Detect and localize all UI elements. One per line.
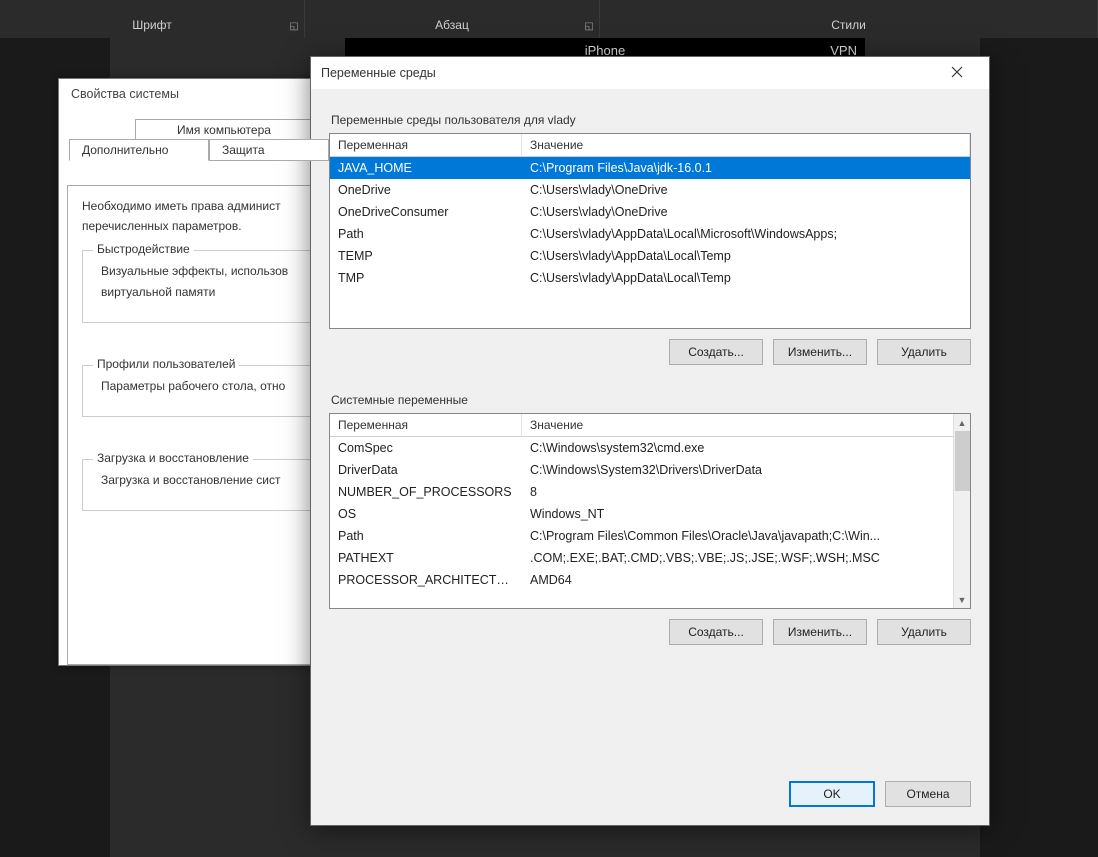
col-variable[interactable]: Переменная (330, 414, 522, 436)
user-vars-list[interactable]: Переменная Значение JAVA_HOMEC:\Program … (329, 133, 971, 329)
ribbon-group-label: Абзац (435, 18, 469, 32)
dialog-launcher-icon[interactable]: ◱ (583, 22, 595, 34)
ribbon-group-label: Стили (831, 18, 866, 32)
close-button[interactable] (935, 58, 979, 88)
dialog-title: Переменные среды (321, 66, 436, 80)
system-vars-list[interactable]: Переменная Значение ComSpecC:\Windows\sy… (329, 413, 971, 609)
table-row[interactable]: ComSpecC:\Windows\system32\cmd.exe (330, 437, 970, 459)
table-row[interactable]: PathC:\Users\vlady\AppData\Local\Microso… (330, 223, 970, 245)
tab-advanced[interactable]: Дополнительно (69, 139, 209, 161)
var-name: JAVA_HOME (330, 159, 522, 177)
sys-edit-button[interactable]: Изменить... (773, 619, 867, 645)
var-value: C:\Users\vlady\OneDrive (522, 203, 970, 221)
var-name: DriverData (330, 461, 522, 479)
scroll-down-icon[interactable]: ▼ (954, 591, 970, 608)
tab-protection[interactable]: Защита (209, 139, 329, 161)
var-value: C:\Windows\system32\cmd.exe (522, 439, 970, 457)
dialog-launcher-icon[interactable]: ◱ (288, 22, 300, 34)
table-row[interactable]: OSWindows_NT (330, 503, 970, 525)
col-value[interactable]: Значение (522, 414, 970, 436)
var-name: NUMBER_OF_PROCESSORS (330, 483, 522, 501)
var-name: TMP (330, 269, 522, 287)
tab-computer-name[interactable]: Имя компьютера (135, 119, 313, 141)
var-value: C:\Users\vlady\AppData\Local\Temp (522, 247, 970, 265)
environment-variables-dialog: Переменные среды Переменные среды пользо… (310, 56, 990, 826)
table-row[interactable]: PATHEXT.COM;.EXE;.BAT;.CMD;.VBS;.VBE;.JS… (330, 547, 970, 569)
var-value: C:\Users\vlady\AppData\Local\Temp (522, 269, 970, 287)
ribbon-group-font: Шрифт ◱ (0, 0, 305, 38)
ribbon: Шрифт ◱ Абзац ◱ Стили (0, 0, 1098, 38)
col-value[interactable]: Значение (522, 134, 970, 156)
var-name: Path (330, 225, 522, 243)
var-name: OS (330, 505, 522, 523)
close-icon (951, 65, 963, 81)
table-row[interactable]: OneDriveC:\Users\vlady\OneDrive (330, 179, 970, 201)
user-vars-label: Переменные среды пользователя для vlady (331, 113, 971, 127)
var-value: AMD64 (522, 571, 970, 589)
sys-delete-button[interactable]: Удалить (877, 619, 971, 645)
var-value: C:\Users\vlady\OneDrive (522, 181, 970, 199)
var-name: PROCESSOR_ARCHITECTU... (330, 571, 522, 589)
col-variable[interactable]: Переменная (330, 134, 522, 156)
dialog-titlebar: Переменные среды (311, 57, 989, 89)
scroll-up-icon[interactable]: ▲ (954, 414, 970, 431)
var-name: Path (330, 527, 522, 545)
var-value: C:\Program Files\Common Files\Oracle\Jav… (522, 527, 970, 545)
var-value: C:\Windows\System32\Drivers\DriverData (522, 461, 970, 479)
table-row[interactable]: OneDriveConsumerC:\Users\vlady\OneDrive (330, 201, 970, 223)
sys-vars-label: Системные переменные (331, 393, 971, 407)
scrollbar[interactable]: ▲ ▼ (953, 414, 970, 608)
var-name: PATHEXT (330, 549, 522, 567)
var-value: 8 (522, 483, 970, 501)
table-row[interactable]: NUMBER_OF_PROCESSORS8 (330, 481, 970, 503)
table-row[interactable]: JAVA_HOMEC:\Program Files\Java\jdk-16.0.… (330, 157, 970, 179)
cancel-button[interactable]: Отмена (885, 781, 971, 807)
var-value: C:\Program Files\Java\jdk-16.0.1 (522, 159, 970, 177)
var-value: Windows_NT (522, 505, 970, 523)
var-value: .COM;.EXE;.BAT;.CMD;.VBS;.VBE;.JS;.JSE;.… (522, 549, 970, 567)
group-legend: Загрузка и восстановление (93, 451, 253, 465)
ok-button[interactable]: OK (789, 781, 875, 807)
ribbon-group-label: Шрифт (132, 18, 171, 32)
table-row[interactable]: DriverDataC:\Windows\System32\Drivers\Dr… (330, 459, 970, 481)
user-edit-button[interactable]: Изменить... (773, 339, 867, 365)
var-name: ComSpec (330, 439, 522, 457)
var-name: OneDrive (330, 181, 522, 199)
table-row[interactable]: TMPC:\Users\vlady\AppData\Local\Temp (330, 267, 970, 289)
group-legend: Профили пользователей (93, 357, 239, 371)
list-header: Переменная Значение (330, 134, 970, 157)
list-header: Переменная Значение (330, 414, 970, 437)
group-legend: Быстродействие (93, 242, 194, 256)
user-new-button[interactable]: Создать... (669, 339, 763, 365)
ribbon-group-paragraph: Абзац ◱ (305, 0, 600, 38)
table-row[interactable]: TEMPC:\Users\vlady\AppData\Local\Temp (330, 245, 970, 267)
var-name: TEMP (330, 247, 522, 265)
scroll-thumb[interactable] (955, 431, 970, 491)
var-value: C:\Users\vlady\AppData\Local\Microsoft\W… (522, 225, 970, 243)
user-delete-button[interactable]: Удалить (877, 339, 971, 365)
table-row[interactable]: PROCESSOR_ARCHITECTU...AMD64 (330, 569, 970, 591)
table-row[interactable]: PathC:\Program Files\Common Files\Oracle… (330, 525, 970, 547)
sys-new-button[interactable]: Создать... (669, 619, 763, 645)
var-name: OneDriveConsumer (330, 203, 522, 221)
ribbon-group-styles: Стили (600, 0, 1098, 38)
